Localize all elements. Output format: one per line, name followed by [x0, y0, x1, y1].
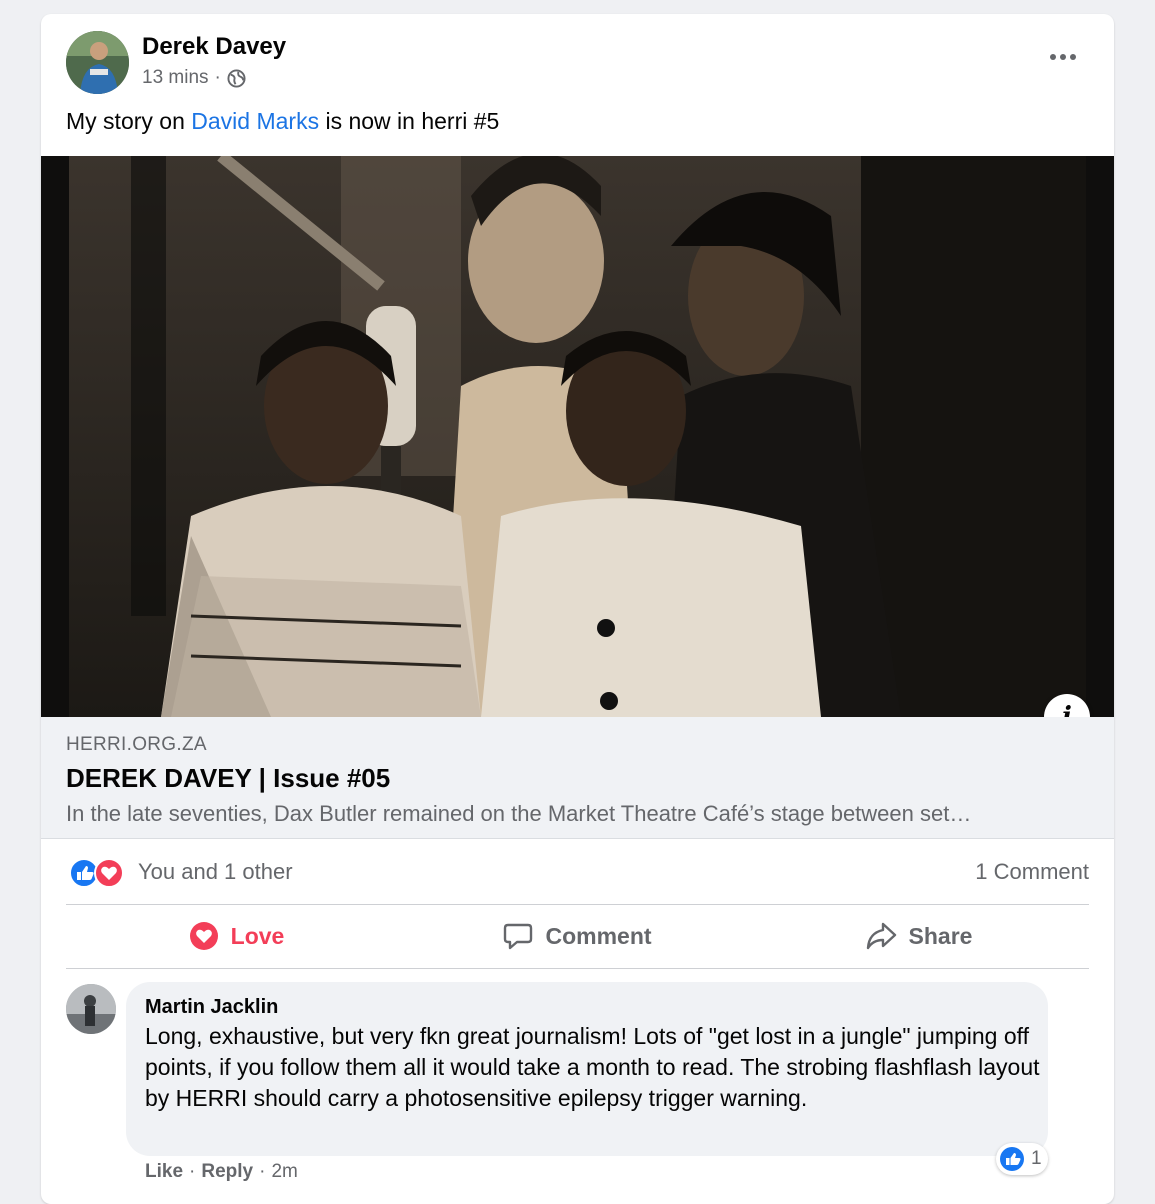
post-author-name[interactable]: Derek Davey [142, 33, 286, 61]
comment-label: Comment [545, 922, 652, 949]
post-meta: 13 mins · [142, 67, 246, 89]
comment-reaction-badge[interactable]: 1 [996, 1143, 1048, 1175]
comment-text: Long, exhaustive, but very fkn great jou… [145, 1023, 1040, 1111]
link-description: In the late seventies, Dax Butler remain… [66, 801, 972, 826]
reaction-icons[interactable] [69, 858, 129, 888]
reaction-summary-text[interactable]: You and 1 other [138, 859, 293, 885]
commenter-name[interactable]: Martin Jacklin [145, 996, 278, 1019]
comment-actions: Like · Reply · 2m [145, 1161, 298, 1183]
comment-reply-button[interactable]: Reply [201, 1161, 253, 1183]
comment-reaction-count: 1 [1031, 1148, 1042, 1169]
like-icon [1000, 1147, 1024, 1171]
post-action-bar: Love Comment Share [66, 905, 1089, 967]
comment-button[interactable]: Comment [407, 905, 748, 967]
post-card: Derek Davey 13 mins · My story on David … [41, 14, 1114, 1204]
tagged-person-link[interactable]: David Marks [191, 108, 319, 134]
comment-like-button[interactable]: Like [145, 1161, 183, 1183]
share-button[interactable]: Share [748, 905, 1089, 967]
post-text-before: My story on [66, 108, 192, 134]
link-preview[interactable]: HERRI.ORG.ZA DEREK DAVEY | Issue #05 In … [41, 717, 1114, 839]
post-text-after: is now in herri #5 [319, 108, 500, 134]
post-time[interactable]: 13 mins [142, 67, 209, 89]
comment-count[interactable]: 1 Comment [975, 859, 1089, 885]
meta-separator: · [214, 67, 221, 88]
divider-bottom [66, 968, 1089, 969]
author-avatar[interactable] [66, 31, 129, 94]
love-button[interactable]: Love [66, 905, 407, 967]
love-label: Love [230, 922, 285, 949]
like-icon [69, 858, 99, 888]
link-preview-image[interactable] [41, 156, 1114, 717]
comment-bubble: Martin Jacklin Long, exhaustive, but ver… [126, 982, 1048, 1156]
link-domain: HERRI.ORG.ZA [66, 734, 207, 755]
love-icon [189, 922, 218, 950]
comment-actions-dot-2: · [259, 1161, 266, 1182]
commenter-avatar[interactable] [66, 984, 116, 1034]
reactions-summary-row: You and 1 other 1 Comment [66, 856, 1089, 888]
more-options-icon[interactable] [1050, 54, 1076, 60]
share-label: Share [908, 922, 973, 949]
share-icon [866, 922, 896, 950]
love-icon [94, 858, 124, 888]
globe-icon[interactable] [227, 68, 246, 88]
comment-icon [504, 923, 533, 950]
comment-actions-dot-1: · [189, 1161, 196, 1182]
link-title[interactable]: DEREK DAVEY | Issue #05 [66, 763, 390, 794]
post-text: My story on David Marks is now in herri … [66, 108, 499, 135]
comment-time[interactable]: 2m [271, 1161, 297, 1183]
